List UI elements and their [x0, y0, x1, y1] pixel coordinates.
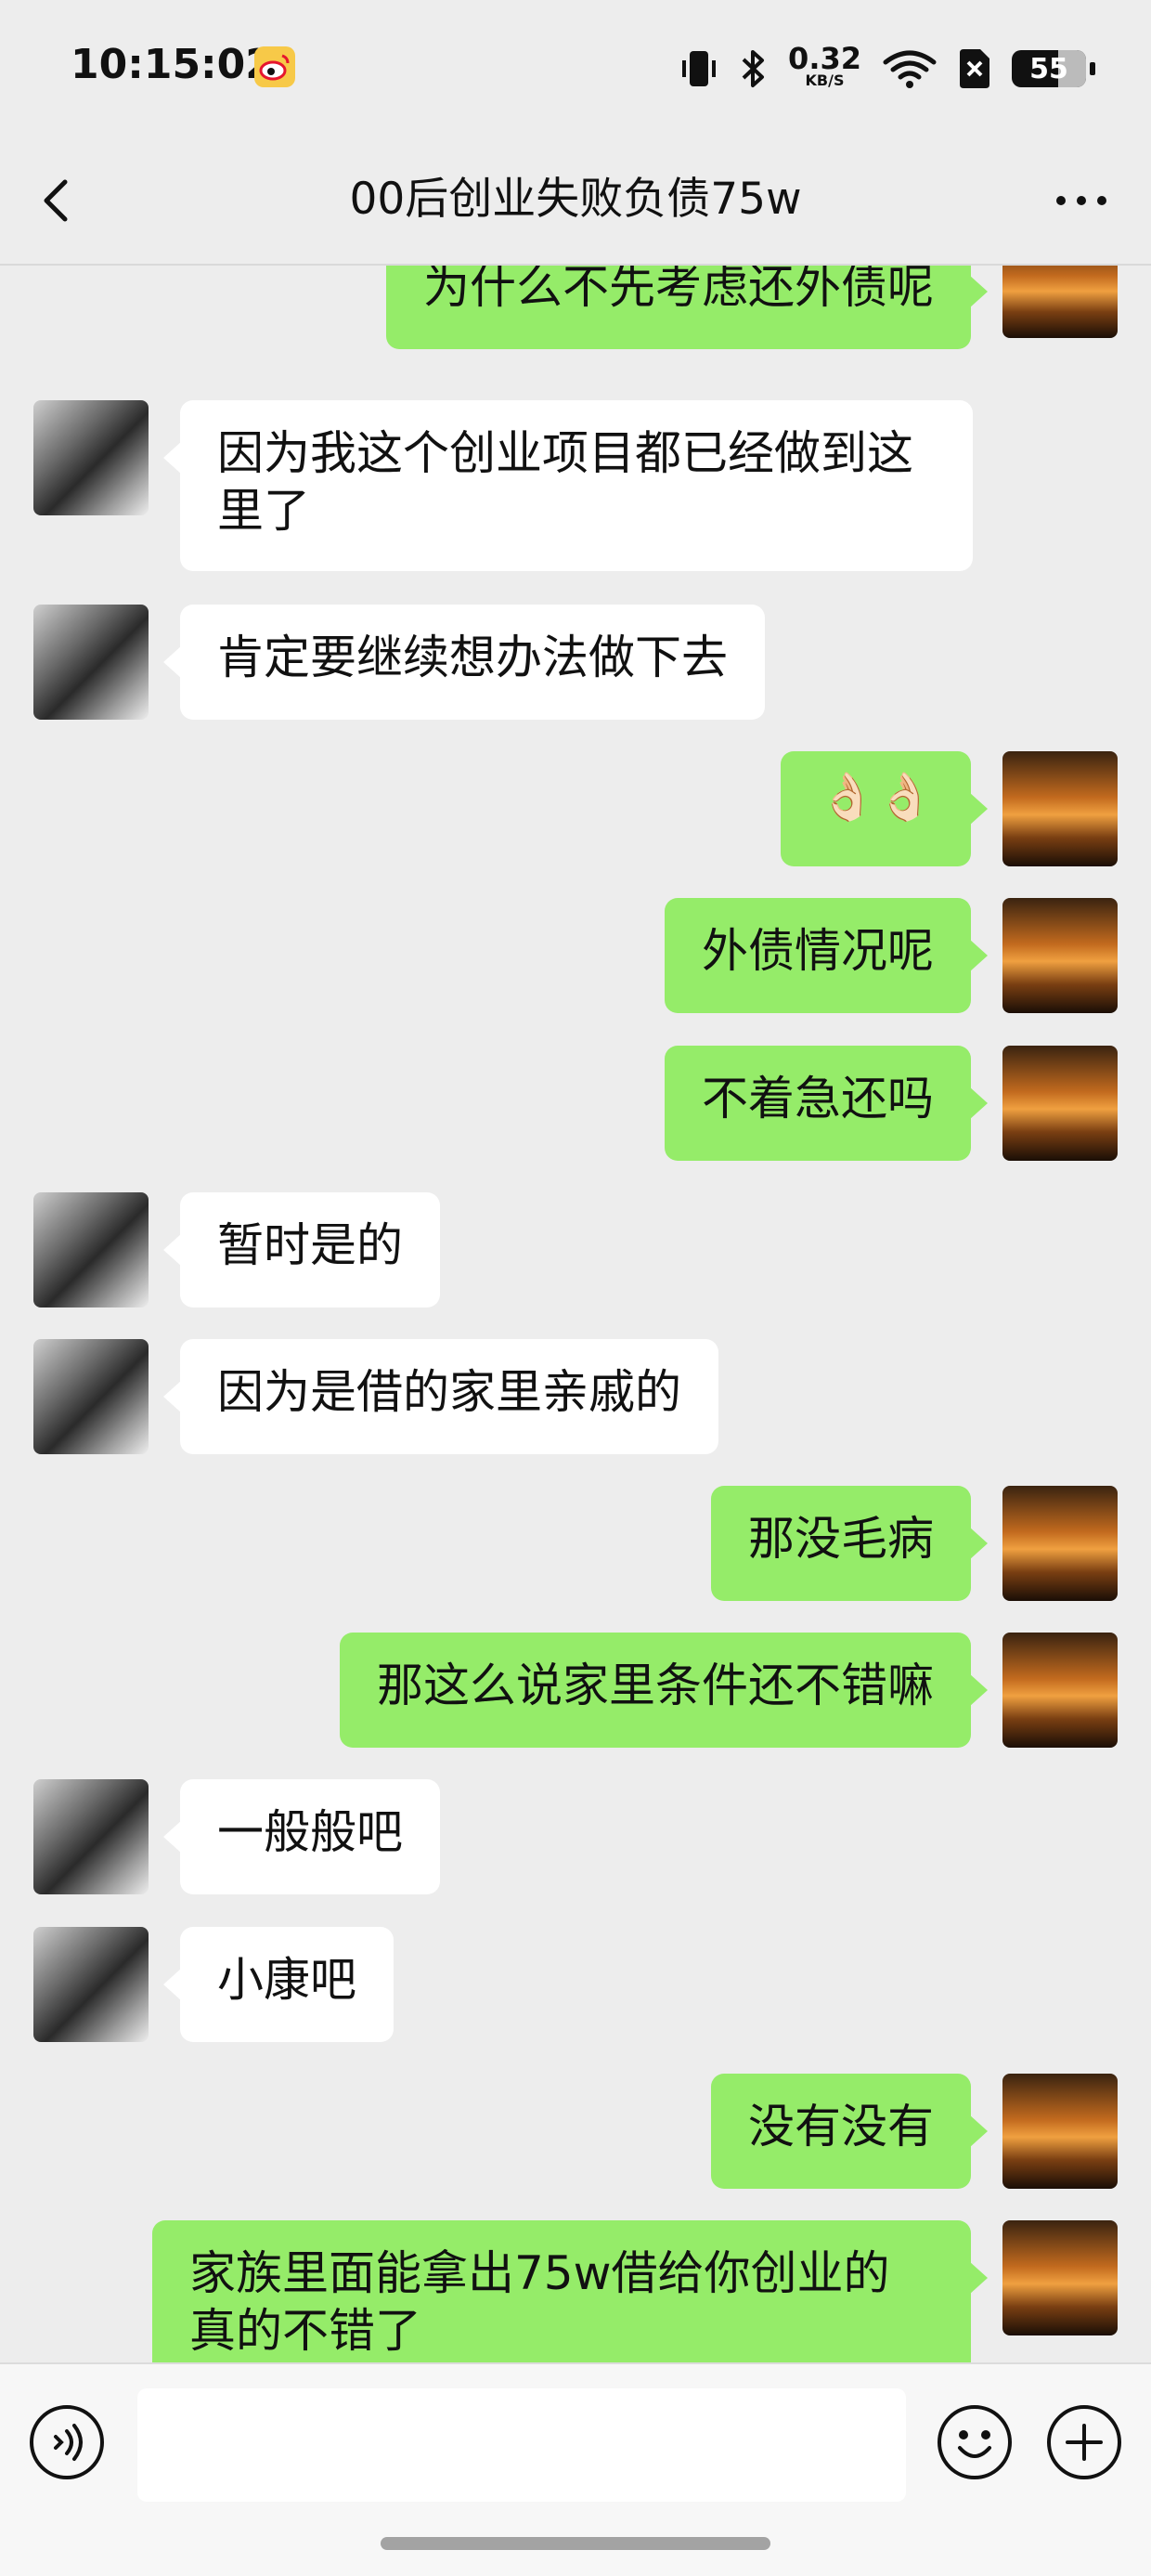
sent-message-bubble[interactable]: 那这么说家里条件还不错嘛 [340, 1633, 988, 1748]
wifi-icon [883, 50, 937, 88]
status-time: 10:15:02 [71, 41, 274, 88]
message-input[interactable] [137, 2388, 906, 2502]
my-avatar[interactable] [1002, 1046, 1118, 1161]
received-message-bubble[interactable]: 因为是借的家里亲戚的 [163, 1339, 718, 1454]
no-sim-icon [960, 49, 989, 88]
bluetooth-icon [742, 50, 765, 87]
status-bar: 10:15:02 0.32 KB/S 55 [0, 0, 1151, 139]
contact-avatar[interactable] [33, 1779, 149, 1894]
more-options-button[interactable] [1040, 167, 1123, 232]
vibrate-icon [682, 51, 717, 86]
voice-icon [30, 2405, 104, 2479]
sent-message-bubble[interactable]: 那没毛病 [711, 1486, 988, 1601]
received-message-bubble[interactable]: 肯定要继续想办法做下去 [163, 605, 765, 720]
received-message-bubble[interactable]: 暂时是的 [163, 1192, 440, 1308]
my-avatar[interactable] [1002, 1633, 1118, 1748]
my-avatar[interactable] [1002, 1486, 1118, 1601]
my-avatar[interactable] [1002, 266, 1118, 338]
received-message-bubble[interactable]: 小康吧 [163, 1927, 394, 2042]
emoji-icon [938, 2405, 1012, 2479]
contact-avatar[interactable] [33, 1339, 149, 1454]
voice-input-button[interactable] [28, 2403, 106, 2481]
contact-avatar[interactable] [33, 400, 149, 515]
chevron-left-icon [44, 179, 68, 222]
my-avatar[interactable] [1002, 2220, 1118, 2335]
battery-level: 55 [1029, 52, 1068, 85]
sent-message-bubble[interactable]: 不着急还吗 [665, 1046, 988, 1161]
my-avatar[interactable] [1002, 2074, 1118, 2189]
contact-avatar[interactable] [33, 605, 149, 720]
chat-header: 00后创业失败负债75w [0, 139, 1151, 266]
more-horizontal-icon [1056, 196, 1106, 205]
chat-message-list[interactable]: 为什么不先考虑还外债呢 因为我这个创业项目都已经做到这里了 肯定要继续想办法做下… [0, 266, 1151, 2362]
sent-message-bubble[interactable]: 👌🏻👌🏻 [781, 751, 988, 866]
network-speed: 0.32 KB/S [788, 44, 861, 88]
received-message-bubble[interactable]: 一般般吧 [163, 1779, 440, 1894]
emoji-button[interactable] [936, 2403, 1014, 2481]
weibo-notification-icon [254, 46, 295, 87]
received-message-bubble[interactable]: 因为我这个创业项目都已经做到这里了 [163, 400, 973, 571]
sent-message-bubble[interactable]: 没有没有 [711, 2074, 988, 2189]
contact-avatar[interactable] [33, 1192, 149, 1308]
network-speed-unit: KB/S [805, 72, 845, 89]
status-icons: 0.32 KB/S 55 [680, 43, 1095, 95]
my-avatar[interactable] [1002, 751, 1118, 866]
plus-icon [1047, 2405, 1121, 2479]
network-speed-value: 0.32 [788, 41, 861, 76]
more-functions-button[interactable] [1045, 2403, 1123, 2481]
sent-message-bubble[interactable]: 外债情况呢 [665, 898, 988, 1013]
sent-message-bubble[interactable]: 为什么不先考虑还外债呢 [386, 266, 988, 349]
chat-title: 00后创业失败负债75w [349, 174, 802, 225]
contact-avatar[interactable] [33, 1927, 149, 2042]
battery-indicator: 55 [1012, 50, 1095, 87]
my-avatar[interactable] [1002, 898, 1118, 1013]
home-indicator[interactable] [381, 2537, 770, 2550]
back-button[interactable] [26, 167, 91, 232]
sent-message-bubble[interactable]: 家族里面能拿出75w借给你创业的真的不错了 [152, 2220, 988, 2362]
